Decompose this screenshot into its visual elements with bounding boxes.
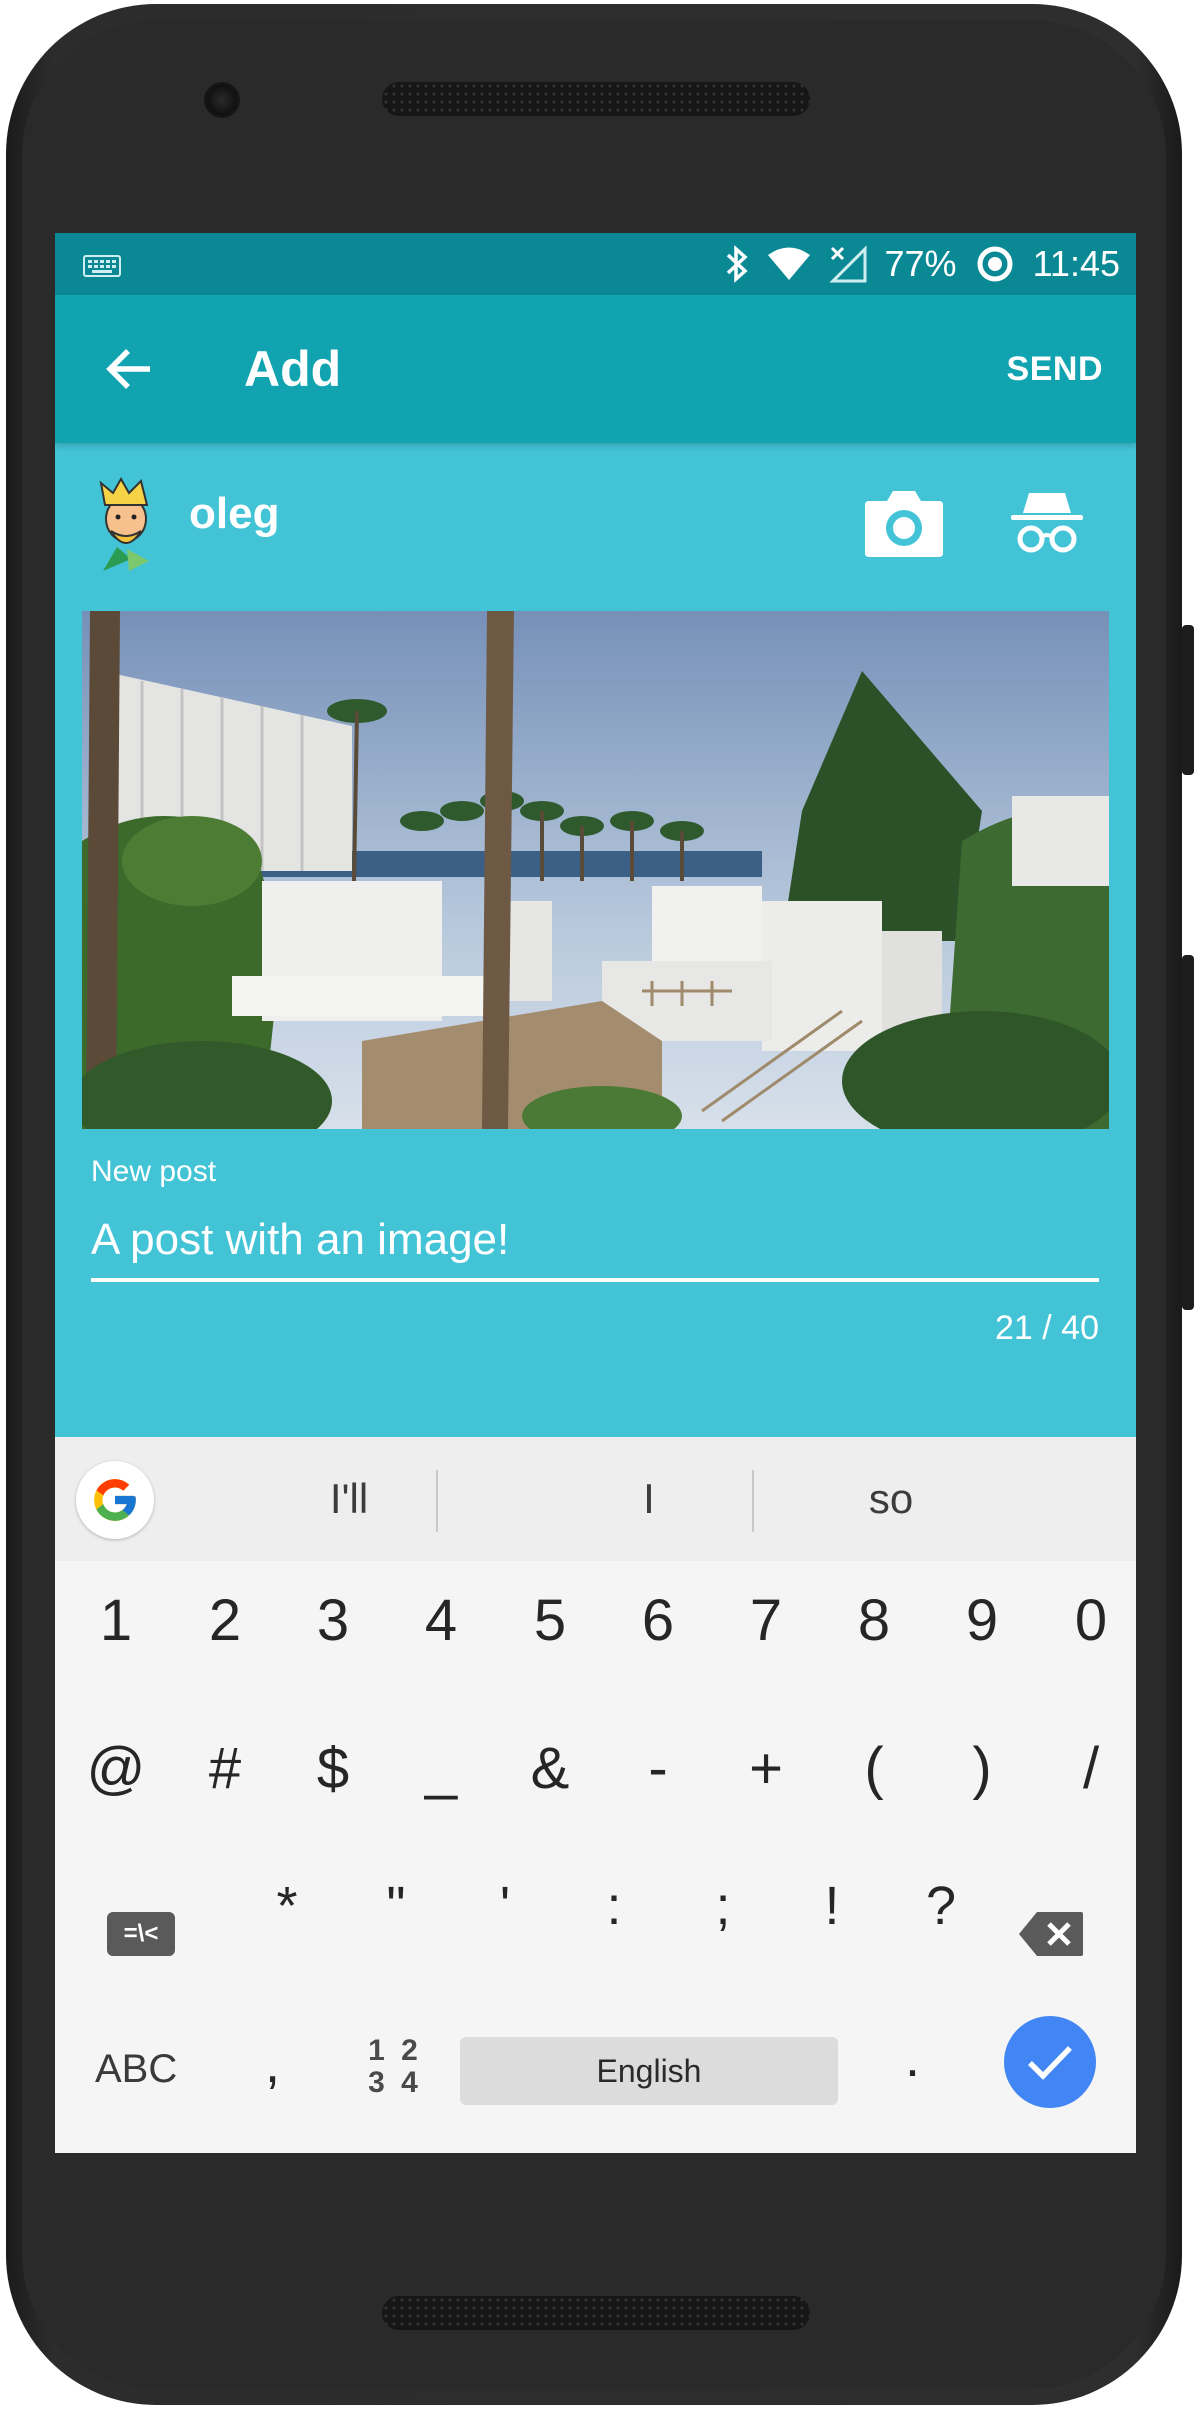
abc-key[interactable]: ABC xyxy=(95,2047,177,2092)
no-signal-icon xyxy=(828,245,867,283)
front-camera xyxy=(204,82,240,118)
battery-level: 77% xyxy=(884,243,957,284)
status-bar: 77% 11:45 xyxy=(55,233,1136,295)
suggestion-divider xyxy=(436,1470,438,1532)
key-dollar[interactable]: $ xyxy=(288,1735,378,1802)
post-input[interactable]: A post with an image! xyxy=(91,1215,509,1265)
key-1[interactable]: 1 xyxy=(71,1587,161,1654)
suggestion-3[interactable]: so xyxy=(791,1437,991,1561)
keyboard: I'll I so 1 2 3 4 5 6 7 8 9 0 @ # $ _ & … xyxy=(55,1437,1136,2153)
key-0[interactable]: 0 xyxy=(1046,1587,1136,1654)
key-double-quote[interactable]: " xyxy=(351,1875,441,1937)
page-title: Add xyxy=(244,341,342,397)
key-7[interactable]: 7 xyxy=(721,1587,811,1654)
more-symbols-key[interactable]: =\< xyxy=(107,1912,175,1956)
key-semicolon[interactable]: ; xyxy=(678,1875,768,1937)
key-colon[interactable]: : xyxy=(569,1875,659,1937)
key-ampersand[interactable]: & xyxy=(505,1735,595,1802)
king-avatar-icon[interactable] xyxy=(91,475,161,573)
clock: 11:45 xyxy=(1032,243,1120,284)
key-at[interactable]: @ xyxy=(71,1735,161,1802)
bottom-speaker xyxy=(382,2296,810,2330)
camera-icon[interactable] xyxy=(863,485,945,559)
key-exclamation[interactable]: ! xyxy=(787,1875,877,1937)
top-speaker xyxy=(382,82,810,116)
send-button[interactable]: SEND xyxy=(1007,295,1103,443)
key-5[interactable]: 5 xyxy=(505,1587,595,1654)
post-field-label: New post xyxy=(91,1155,217,1188)
key-open-paren[interactable]: ( xyxy=(829,1735,919,1802)
post-image[interactable] xyxy=(82,611,1109,1129)
enter-key[interactable] xyxy=(1004,2016,1096,2108)
numpad-key[interactable]: 1 2 3 4 xyxy=(355,2035,435,2099)
key-8[interactable]: 8 xyxy=(829,1587,919,1654)
key-comma[interactable]: , xyxy=(265,2033,280,2095)
key-single-quote[interactable]: ' xyxy=(460,1875,550,1937)
suggestion-divider xyxy=(752,1470,754,1532)
suggestion-2[interactable]: I xyxy=(549,1437,749,1561)
key-9[interactable]: 9 xyxy=(937,1587,1027,1654)
post-input-underline xyxy=(91,1278,1099,1282)
space-bar[interactable]: English xyxy=(460,2037,838,2105)
key-6[interactable]: 6 xyxy=(613,1587,703,1654)
arrow-back-icon xyxy=(106,349,150,389)
volume-button xyxy=(1182,625,1194,775)
key-question[interactable]: ? xyxy=(896,1875,986,1937)
key-2[interactable]: 2 xyxy=(180,1587,270,1654)
google-button[interactable] xyxy=(76,1461,154,1539)
back-button[interactable] xyxy=(99,341,159,397)
checkmark-icon xyxy=(1028,2046,1072,2080)
numpad-key-label: 3 4 xyxy=(368,2066,422,2099)
bluetooth-icon xyxy=(725,244,749,284)
key-underscore[interactable]: _ xyxy=(396,1735,486,1802)
author-row: oleg xyxy=(55,465,1136,585)
key-asterisk[interactable]: * xyxy=(242,1875,332,1937)
suggestion-1[interactable]: I'll xyxy=(249,1437,449,1561)
keyboard-icon xyxy=(83,255,121,277)
google-g-icon xyxy=(94,1479,136,1521)
key-plus[interactable]: + xyxy=(721,1735,811,1802)
author-name: oleg xyxy=(189,489,280,538)
key-period[interactable]: . xyxy=(905,2027,920,2089)
screen: 77% 11:45 Add SEND oleg New post A post … xyxy=(55,233,1136,2153)
app-bar: Add SEND xyxy=(55,295,1136,443)
key-hash[interactable]: # xyxy=(180,1735,270,1802)
numpad-key-label: 1 2 xyxy=(368,2034,422,2067)
key-4[interactable]: 4 xyxy=(396,1587,486,1654)
suggestion-strip: I'll I so xyxy=(55,1437,1136,1561)
key-slash[interactable]: / xyxy=(1046,1735,1136,1802)
battery-saver-icon xyxy=(975,244,1015,284)
key-close-paren[interactable]: ) xyxy=(937,1735,1027,1802)
backspace-icon[interactable] xyxy=(1017,1910,1085,1958)
key-minus[interactable]: - xyxy=(613,1735,703,1802)
power-button xyxy=(1182,955,1194,1310)
wifi-icon xyxy=(767,246,811,282)
character-counter: 21 / 40 xyxy=(995,1309,1099,1347)
key-3[interactable]: 3 xyxy=(288,1587,378,1654)
incognito-icon[interactable] xyxy=(1009,489,1085,555)
